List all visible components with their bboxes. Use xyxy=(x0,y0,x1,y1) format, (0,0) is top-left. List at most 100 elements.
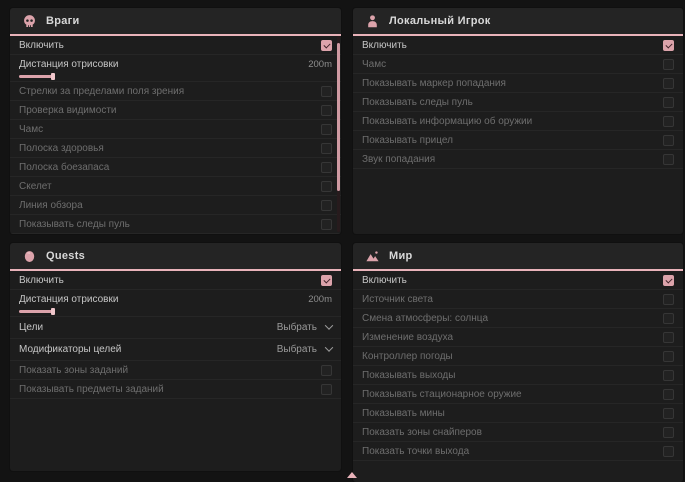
toggle-row[interactable]: Показывать предметы заданий xyxy=(10,380,341,399)
skull-icon xyxy=(22,14,37,29)
checkbox[interactable] xyxy=(321,162,332,173)
checkbox[interactable] xyxy=(663,59,674,70)
checkbox[interactable] xyxy=(663,351,674,362)
dropdown[interactable]: Выбрать xyxy=(277,344,332,355)
dropdown-value: Выбрать xyxy=(277,322,317,333)
checkbox[interactable] xyxy=(663,446,674,457)
toggle-row[interactable]: Показать зоны заданий xyxy=(10,361,341,380)
slider-row[interactable]: Дистанция отрисовки200m xyxy=(10,290,341,317)
setting-label: Показывать выходы xyxy=(362,370,455,381)
toggle-row[interactable]: Чамс xyxy=(353,55,683,74)
checkbox[interactable] xyxy=(663,40,674,51)
check-icon xyxy=(665,41,672,48)
checkbox[interactable] xyxy=(663,154,674,165)
toggle-row[interactable]: Чамс xyxy=(10,120,341,139)
checkbox[interactable] xyxy=(321,275,332,286)
toggle-row[interactable]: Изменение воздуха xyxy=(353,328,683,347)
select-row[interactable]: Модификаторы целейВыбрать xyxy=(10,339,341,361)
checkbox[interactable] xyxy=(321,181,332,192)
toggle-row[interactable]: Показывать прицел xyxy=(353,131,683,150)
scrollbar[interactable] xyxy=(337,36,340,232)
checkbox[interactable] xyxy=(321,40,332,51)
panel-body: Включить ЧамсПоказывать маркер попадания П… xyxy=(353,36,683,169)
checkbox[interactable] xyxy=(321,200,332,211)
checkbox[interactable] xyxy=(321,384,332,395)
checkbox[interactable] xyxy=(663,275,674,286)
slider-handle[interactable] xyxy=(51,308,55,315)
check-icon xyxy=(665,276,672,283)
checkbox[interactable] xyxy=(663,294,674,305)
slider[interactable] xyxy=(19,72,141,81)
toggle-row[interactable]: Показывать следы пуль xyxy=(353,93,683,112)
checkbox[interactable] xyxy=(663,332,674,343)
setting-label: Показать точки выхода xyxy=(362,446,469,457)
setting-label: Включить xyxy=(362,40,407,51)
toggle-row[interactable]: Показывать мины xyxy=(353,404,683,423)
panel-title: Мир xyxy=(389,250,413,262)
toggle-row[interactable]: Стрелки за пределами поля зрения xyxy=(10,82,341,101)
checkbox[interactable] xyxy=(663,78,674,89)
toggle-row[interactable]: Линия обзора xyxy=(10,196,341,215)
setting-label: Звук попадания xyxy=(362,154,435,165)
toggle-row[interactable]: Скелет xyxy=(10,177,341,196)
toggle-row[interactable]: Показывать стационарное оружие xyxy=(353,385,683,404)
slider-fill xyxy=(19,310,53,313)
checkbox[interactable] xyxy=(321,124,332,135)
toggle-row[interactable]: Проверка видимости xyxy=(10,101,341,120)
dropdown[interactable]: Выбрать xyxy=(277,322,332,333)
checkbox[interactable] xyxy=(321,365,332,376)
setting-label: Показывать информацию об оружии xyxy=(362,116,532,127)
circle-icon xyxy=(22,249,37,264)
checkbox[interactable] xyxy=(663,313,674,324)
panel-quests: Quests ВключитьДистанция отрисовки200mЦе… xyxy=(10,243,341,471)
toggle-row[interactable]: Показывать информацию об оружии xyxy=(353,112,683,131)
panel-header: Quests xyxy=(10,243,341,271)
toggle-row[interactable]: Источник света xyxy=(353,290,683,309)
toggle-row[interactable]: Включить xyxy=(353,36,683,55)
toggle-row[interactable]: Полоска боезапаса xyxy=(10,158,341,177)
toggle-row[interactable]: Включить xyxy=(353,271,683,290)
checkbox[interactable] xyxy=(663,427,674,438)
toggle-row[interactable]: Звук попадания xyxy=(353,150,683,169)
checkbox[interactable] xyxy=(663,116,674,127)
settings-overlay: Враги ВключитьДистанция отрисовки200mСтр… xyxy=(0,0,685,482)
checkbox[interactable] xyxy=(663,135,674,146)
toggle-row[interactable]: Полоска здоровья xyxy=(10,139,341,158)
checkbox[interactable] xyxy=(663,408,674,419)
checkbox[interactable] xyxy=(321,219,332,230)
checkbox[interactable] xyxy=(663,389,674,400)
checkbox[interactable] xyxy=(663,370,674,381)
toggle-row[interactable]: Включить xyxy=(10,36,341,55)
setting-label: Проверка видимости xyxy=(19,105,117,116)
panel-body: Включить Источник светаСмена атмосферы: с… xyxy=(353,271,683,461)
checkbox[interactable] xyxy=(663,97,674,108)
panel-header: Враги xyxy=(10,8,341,36)
toggle-row[interactable]: Показать точки выхода xyxy=(353,442,683,461)
person-icon xyxy=(365,14,380,29)
toggle-row[interactable]: Показывать выходы xyxy=(353,366,683,385)
slider[interactable] xyxy=(19,307,141,316)
checkbox[interactable] xyxy=(321,143,332,154)
slider-handle[interactable] xyxy=(51,73,55,80)
toggle-row[interactable]: Контроллер погоды xyxy=(353,347,683,366)
checkbox[interactable] xyxy=(321,105,332,116)
chevron-down-icon xyxy=(325,343,333,351)
setting-label: Полоска боезапаса xyxy=(19,162,109,173)
toggle-row[interactable]: Показать зоны снайперов xyxy=(353,423,683,442)
toggle-row[interactable]: Смена атмосферы: солнца xyxy=(353,309,683,328)
setting-label: Контроллер погоды xyxy=(362,351,453,362)
setting-label: Дистанция отрисовки xyxy=(19,294,118,305)
checkbox[interactable] xyxy=(321,86,332,97)
setting-label: Включить xyxy=(362,275,407,286)
setting-label: Показывать следы пуль xyxy=(362,97,473,108)
select-row[interactable]: Цели Выбрать xyxy=(10,317,341,339)
scrollbar-thumb[interactable] xyxy=(337,43,340,191)
setting-label: Показывать стационарное оружие xyxy=(362,389,522,400)
setting-label: Показывать прицел xyxy=(362,135,453,146)
toggle-row[interactable]: Показывать следы пуль xyxy=(10,215,341,234)
toggle-row[interactable]: Показывать маркер попадания xyxy=(353,74,683,93)
toggle-row[interactable]: Включить xyxy=(10,271,341,290)
slider-row[interactable]: Дистанция отрисовки200m xyxy=(10,55,341,82)
setting-label: Цели xyxy=(19,322,43,333)
mountain-icon xyxy=(365,249,380,264)
